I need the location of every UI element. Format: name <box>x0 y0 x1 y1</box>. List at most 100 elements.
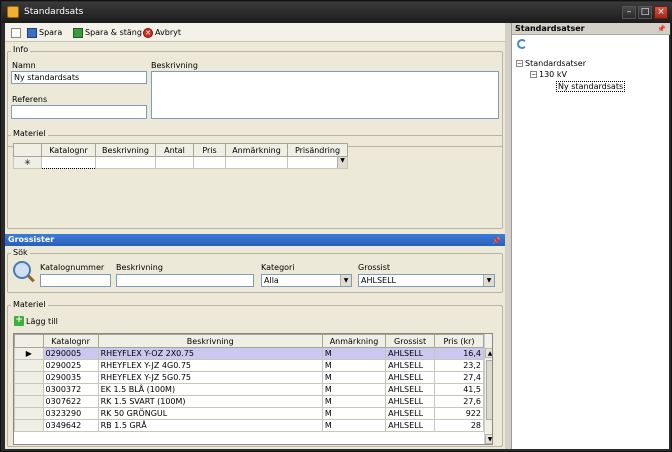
save-close-button[interactable]: Spara & stäng <box>73 26 142 39</box>
standardsatser-title: Standardsatser <box>515 24 585 33</box>
cell-beskrivning[interactable] <box>95 156 156 169</box>
description-input[interactable] <box>151 71 499 119</box>
refresh-icon[interactable] <box>517 39 527 49</box>
reference-input[interactable] <box>11 105 147 119</box>
collapse-icon[interactable]: − <box>516 60 523 67</box>
cell-desc[interactable]: RK 1.5 SVART (100M) <box>97 395 323 408</box>
col-anmarkning[interactable]: Anmärkning <box>321 334 387 348</box>
catalog-search-input[interactable] <box>40 274 111 287</box>
table-row[interactable]: ▶ 0290005 RHEYFLEX Y-OZ 2X0.75 M AHLSELL 16,4 <box>14 347 484 360</box>
col-beskrivning[interactable]: Beskrivning <box>95 143 156 157</box>
col-pris[interactable]: Pris (kr) <box>434 334 484 348</box>
cell-anm[interactable]: M <box>321 347 387 360</box>
cell-anm[interactable]: M <box>321 359 387 372</box>
cell-anm[interactable]: M <box>321 419 387 432</box>
add-button[interactable]: + Lägg till <box>14 316 58 326</box>
chevron-down-icon[interactable]: ▼ <box>483 275 494 286</box>
cell-gross[interactable]: AHLSELL <box>385 347 436 360</box>
cell-gross[interactable]: AHLSELL <box>385 359 436 372</box>
chevron-down-icon[interactable]: ▼ <box>337 157 347 168</box>
tree-node-130kv[interactable]: −130 kV <box>530 70 567 79</box>
info-legend: Info <box>11 45 31 54</box>
col-pris[interactable]: Pris <box>193 143 226 157</box>
description-search-input[interactable] <box>116 274 254 287</box>
save-button[interactable]: Spara <box>27 26 62 39</box>
row-header <box>14 419 44 432</box>
col-beskrivning[interactable]: Beskrivning <box>97 334 323 348</box>
results-grid[interactable]: Katalognr Beskrivning Anmärkning Grossis… <box>13 333 493 445</box>
col-antal[interactable]: Antal <box>155 143 194 157</box>
cell-kat[interactable]: 0290025 <box>42 359 99 372</box>
col-anmarkning[interactable]: Anmärkning <box>225 143 288 157</box>
scroll-thumb[interactable] <box>486 360 492 420</box>
cell-desc[interactable]: RHEYFLEX Y-OZ 2X0.75 <box>97 347 323 360</box>
table-row[interactable]: 0300372 EK 1.5 BLÅ (100M) M AHLSELL 41,5 <box>14 383 484 396</box>
col-grossist[interactable]: Grossist <box>385 334 436 348</box>
wholesaler-select[interactable]: AHLSELL ▼ <box>358 274 495 287</box>
cell-desc[interactable]: EK 1.5 BLÅ (100M) <box>97 383 323 396</box>
name-input[interactable]: Ny standardsats <box>11 71 147 84</box>
scroll-down-icon[interactable]: ▼ <box>485 434 492 444</box>
category-select[interactable]: Alla ▼ <box>261 274 352 287</box>
cell-prisandring[interactable]: ▼ <box>287 156 348 169</box>
editor-pane: Spara Spara & stäng ✕ Avbryt Info Namn N… <box>5 23 505 449</box>
cell-anm[interactable]: M <box>321 407 387 420</box>
vertical-scrollbar[interactable]: ▲ ▼ <box>484 334 492 444</box>
tree-node-ny-standardsats[interactable]: Ny standardsats <box>556 81 626 92</box>
cell-desc[interactable]: RK 50 GRÖNGUL <box>97 407 323 420</box>
col-katalognr[interactable]: Katalognr <box>41 143 96 157</box>
cell-pris[interactable]: 922 <box>434 407 484 420</box>
cell-pris[interactable]: 16,4 <box>434 347 484 360</box>
pin-icon[interactable]: 📌 <box>657 23 666 35</box>
row-header <box>14 359 44 372</box>
cell-pris[interactable]: 41,5 <box>434 383 484 396</box>
new-button[interactable] <box>11 26 21 39</box>
col-prisandring[interactable]: Prisändring <box>287 143 348 157</box>
cell-pris[interactable]: 28 <box>434 419 484 432</box>
materiel-grid[interactable]: Katalognr Beskrivning Antal Pris Anmärkn… <box>13 143 348 169</box>
row-header <box>14 371 44 384</box>
maximize-button[interactable]: □ <box>638 6 652 19</box>
cell-anm[interactable]: M <box>321 371 387 384</box>
cell-kat[interactable]: 0300372 <box>42 383 99 396</box>
cell-gross[interactable]: AHLSELL <box>385 419 436 432</box>
cell-anm[interactable]: M <box>321 395 387 408</box>
cell-kat[interactable]: 0290035 <box>42 371 99 384</box>
cell-kat[interactable]: 0290005 <box>42 347 99 360</box>
cell-pris[interactable]: 27,4 <box>434 371 484 384</box>
row-header-corner <box>14 334 44 348</box>
scroll-up-icon[interactable]: ▲ <box>485 348 492 358</box>
chevron-down-icon[interactable]: ▼ <box>340 275 351 286</box>
table-row[interactable]: 0323290 RK 50 GRÖNGUL M AHLSELL 922 <box>14 407 484 420</box>
col-katalognr[interactable]: Katalognr <box>42 334 99 348</box>
cell-pris[interactable]: 27,6 <box>434 395 484 408</box>
cancel-button[interactable]: ✕ Avbryt <box>143 26 181 39</box>
table-row[interactable]: 0307622 RK 1.5 SVART (100M) M AHLSELL 27,6 <box>14 395 484 408</box>
cell-desc[interactable]: RB 1.5 GRÅ <box>97 419 323 432</box>
new-row-marker: ✳ <box>13 156 42 169</box>
table-row[interactable]: 0290035 RHEYFLEX Y-JZ 5G0.75 M AHLSELL 27,4 <box>14 371 484 384</box>
new-document-icon <box>11 27 21 38</box>
cell-kat[interactable]: 0349642 <box>42 419 99 432</box>
cell-gross[interactable]: AHLSELL <box>385 407 436 420</box>
cell-katalognr[interactable] <box>41 156 96 169</box>
cell-pris[interactable] <box>193 156 226 169</box>
cell-gross[interactable]: AHLSELL <box>385 395 436 408</box>
cell-desc[interactable]: RHEYFLEX Y-JZ 5G0.75 <box>97 371 323 384</box>
tree-node-root[interactable]: − Standardsatser <box>516 59 586 68</box>
table-row[interactable]: 0349642 RB 1.5 GRÅ M AHLSELL 28 <box>14 419 484 432</box>
title-bar[interactable]: Standardsats – □ × <box>2 2 672 23</box>
cell-kat[interactable]: 0323290 <box>42 407 99 420</box>
cell-desc[interactable]: RHEYFLEX Y-JZ 4G0.75 <box>97 359 323 372</box>
collapse-icon[interactable]: − <box>530 71 537 78</box>
cell-anmarkning[interactable] <box>225 156 288 169</box>
cell-gross[interactable]: AHLSELL <box>385 371 436 384</box>
cell-kat[interactable]: 0307622 <box>42 395 99 408</box>
cell-pris[interactable]: 23,2 <box>434 359 484 372</box>
cell-anm[interactable]: M <box>321 383 387 396</box>
close-button[interactable]: × <box>654 6 668 19</box>
table-row[interactable]: 0290025 RHEYFLEX Y-JZ 4G0.75 M AHLSELL 23,2 <box>14 359 484 372</box>
cell-antal[interactable] <box>155 156 194 169</box>
minimize-button[interactable]: – <box>622 6 636 19</box>
cell-gross[interactable]: AHLSELL <box>385 383 436 396</box>
